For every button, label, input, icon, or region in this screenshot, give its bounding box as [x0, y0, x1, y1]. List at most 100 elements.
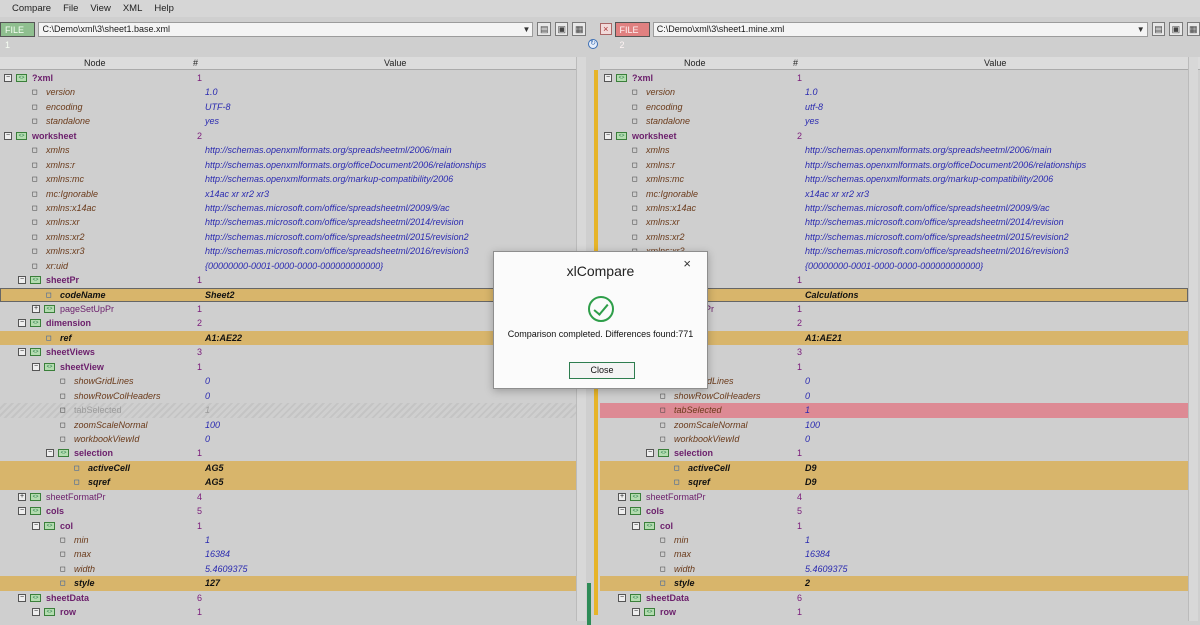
- collapse-icon[interactable]: −: [18, 593, 26, 602]
- collapse-icon[interactable]: −: [18, 319, 26, 328]
- collapse-icon[interactable]: −: [4, 74, 12, 82]
- tree-row[interactable]: ⬦ mc:Ignorable x14ac xr xr2 xr3: [0, 187, 576, 201]
- collapse-icon[interactable]: −: [618, 507, 626, 516]
- expand-icon[interactable]: +: [18, 492, 26, 501]
- save-icon[interactable]: ▣: [1169, 22, 1183, 36]
- tree-row[interactable]: + <> sheetFormatPr 4: [600, 490, 1188, 504]
- tree-row[interactable]: ⬦ showGridLines 0: [0, 374, 576, 388]
- tree-row[interactable]: ⬦ xmlns:r http://schemas.openxmlformats.or…: [0, 158, 576, 172]
- tree-row[interactable]: ⬦ workbookViewId 0: [600, 432, 1188, 446]
- tree-row[interactable]: − <> ?xml 1: [0, 71, 576, 85]
- menu-view[interactable]: View: [84, 3, 116, 14]
- open-folder-icon[interactable]: ▤: [1151, 22, 1166, 36]
- tree-row[interactable]: − <> selection 1: [0, 446, 576, 460]
- tree-row[interactable]: ⬦ tabSelected 1: [600, 403, 1188, 418]
- tree-row[interactable]: − <> worksheet 2: [600, 129, 1188, 143]
- chevron-down-icon[interactable]: ▼: [520, 25, 532, 34]
- collapse-icon[interactable]: −: [18, 348, 26, 357]
- tree-row[interactable]: − <> ?xml 1: [600, 71, 1188, 85]
- menu-compare[interactable]: Compare: [6, 3, 57, 14]
- tree-row[interactable]: ⬦ showRowColHeaders 0: [0, 389, 576, 403]
- tree-row[interactable]: ⬦ xmlns:x14ac http://schemas.microsoft.com…: [600, 201, 1188, 215]
- tree-row[interactable]: − <> sheetData 6: [0, 591, 576, 605]
- tree-row[interactable]: ⬦ version 1.0: [0, 85, 576, 99]
- save-as-icon[interactable]: ▦: [1186, 22, 1200, 36]
- tree-row[interactable]: ⬦ max 16384: [600, 547, 1188, 561]
- tree-row[interactable]: ⬦ sqref D9: [600, 475, 1188, 490]
- collapse-icon[interactable]: −: [32, 608, 40, 617]
- tree-row[interactable]: ⬦ mc:Ignorable x14ac xr xr2 xr3: [600, 187, 1188, 201]
- col-header-num[interactable]: #: [193, 58, 198, 68]
- menu-file[interactable]: File: [57, 3, 84, 14]
- right-scrollbar[interactable]: [1188, 57, 1198, 621]
- tree-row[interactable]: − <> cols 5: [0, 504, 576, 518]
- tree-row[interactable]: ⬦ xmlns:xr http://schemas.microsoft.com/of…: [0, 215, 576, 229]
- tree-row[interactable]: − <> worksheet 2: [0, 129, 576, 143]
- tree-row[interactable]: − <> cols 5: [600, 504, 1188, 518]
- menu-xml[interactable]: XML: [117, 3, 149, 14]
- tree-row[interactable]: ⬦ sqref AG5: [0, 475, 576, 490]
- tree-row[interactable]: ⬦ xmlns:xr http://schemas.microsoft.com/of…: [600, 215, 1188, 229]
- close-button[interactable]: Close: [569, 362, 635, 379]
- save-icon[interactable]: ▣: [554, 22, 569, 36]
- tree-row[interactable]: ⬦ standalone yes: [0, 114, 576, 128]
- tree-row[interactable]: ⬦ xmlns:xr3 http://schemas.microsoft.com/o…: [0, 244, 576, 258]
- tree-row[interactable]: −<> sheetPr 1: [0, 273, 576, 287]
- tree-row[interactable]: ⬦ xmlns:xr2 http://schemas.microsoft.com/o…: [0, 230, 576, 244]
- tree-row[interactable]: ⬦ style 2: [600, 576, 1188, 591]
- tree-row[interactable]: − <> col 1: [600, 519, 1188, 533]
- tree-row[interactable]: ⬦ zoomScaleNormal 100: [600, 418, 1188, 432]
- tree-row[interactable]: ⬦ xr:uid {00000000-0001-0000-0000-00000000…: [0, 259, 576, 273]
- chevron-down-icon[interactable]: ▼: [1135, 25, 1147, 34]
- tree-row[interactable]: − <> row 1: [0, 605, 576, 619]
- collapse-icon[interactable]: −: [4, 131, 12, 140]
- left-path-combo[interactable]: C:\Demo\xml\3\sheet1.base.xml ▼: [38, 21, 534, 37]
- expand-icon[interactable]: +: [618, 492, 626, 501]
- col-header-value[interactable]: Value: [384, 58, 406, 68]
- tree-row[interactable]: ⬦ activeCell AG5: [0, 460, 576, 476]
- tree-row[interactable]: + <> sheetFormatPr 4: [0, 490, 576, 504]
- menu-help[interactable]: Help: [148, 3, 180, 14]
- col-header-num[interactable]: #: [793, 58, 798, 68]
- save-as-icon[interactable]: ▦: [572, 22, 586, 36]
- tree-row[interactable]: ⬦ xmlns:mc http://schemas.openxmlformats.o…: [600, 172, 1188, 186]
- tree-row[interactable]: ⬦ tabSelected 1: [0, 403, 576, 418]
- tree-row[interactable]: − <> row 1: [600, 605, 1188, 619]
- right-path-combo[interactable]: C:\Demo\xml\3\sheet1.mine.xml ▼: [652, 21, 1148, 37]
- tree-row[interactable]: ⬦ encoding UTF-8: [0, 100, 576, 114]
- col-header-node[interactable]: Node: [84, 58, 106, 68]
- tree-row[interactable]: − <> selection 1: [600, 446, 1188, 460]
- tree-row[interactable]: ⬦ xmlns:r http://schemas.openxmlformats.or…: [600, 158, 1188, 172]
- tree-row[interactable]: ⬦ showRowColHeaders 0: [600, 389, 1188, 403]
- tree-row[interactable]: + <> pageSetUpPr 1: [0, 302, 576, 316]
- tree-row[interactable]: ⬦ codeName Sheet2: [0, 287, 576, 302]
- collapse-icon[interactable]: −: [646, 449, 654, 458]
- close-icon[interactable]: ×: [683, 256, 691, 271]
- tree-row[interactable]: ⬦ encoding utf-8: [600, 100, 1188, 114]
- collapse-icon[interactable]: −: [604, 131, 612, 140]
- tree-row[interactable]: ⬦ activeCell D9: [600, 460, 1188, 476]
- tree-row[interactable]: − <> col 1: [0, 519, 576, 533]
- collapse-icon[interactable]: −: [632, 608, 640, 617]
- close-icon[interactable]: ×: [600, 23, 612, 35]
- col-header-value[interactable]: Value: [984, 58, 1006, 68]
- collapse-icon[interactable]: −: [18, 276, 26, 285]
- tree-row[interactable]: −<> sheetViews 3: [0, 345, 576, 359]
- tree-row[interactable]: ⬦ min 1: [600, 533, 1188, 547]
- tree-row[interactable]: −<> dimension 2: [0, 316, 576, 330]
- tree-row[interactable]: ⬦ version 1.0: [600, 85, 1188, 99]
- sync-scroll-icon[interactable]: ↻: [588, 39, 598, 49]
- open-folder-icon[interactable]: ▤: [537, 22, 551, 36]
- tree-row[interactable]: ⬦ xmlns:xr2 http://schemas.microsoft.com/o…: [600, 230, 1188, 244]
- expand-icon[interactable]: +: [32, 305, 40, 313]
- tree-row[interactable]: ⬦ xmlns:x14ac http://schemas.microsoft.com…: [0, 201, 576, 215]
- collapse-icon[interactable]: −: [46, 449, 54, 458]
- tree-row[interactable]: ⬦ standalone yes: [600, 114, 1188, 128]
- tree-row[interactable]: ⬦ width 5.4609375: [0, 562, 576, 576]
- tree-row[interactable]: ⬦ xmlns:mc http://schemas.openxmlformats.o…: [0, 172, 576, 186]
- tree-row[interactable]: ⬦ width 5.4609375: [600, 562, 1188, 576]
- collapse-icon[interactable]: −: [618, 593, 626, 602]
- collapse-icon[interactable]: −: [604, 74, 612, 82]
- collapse-icon[interactable]: −: [32, 362, 40, 371]
- collapse-icon[interactable]: −: [632, 521, 640, 530]
